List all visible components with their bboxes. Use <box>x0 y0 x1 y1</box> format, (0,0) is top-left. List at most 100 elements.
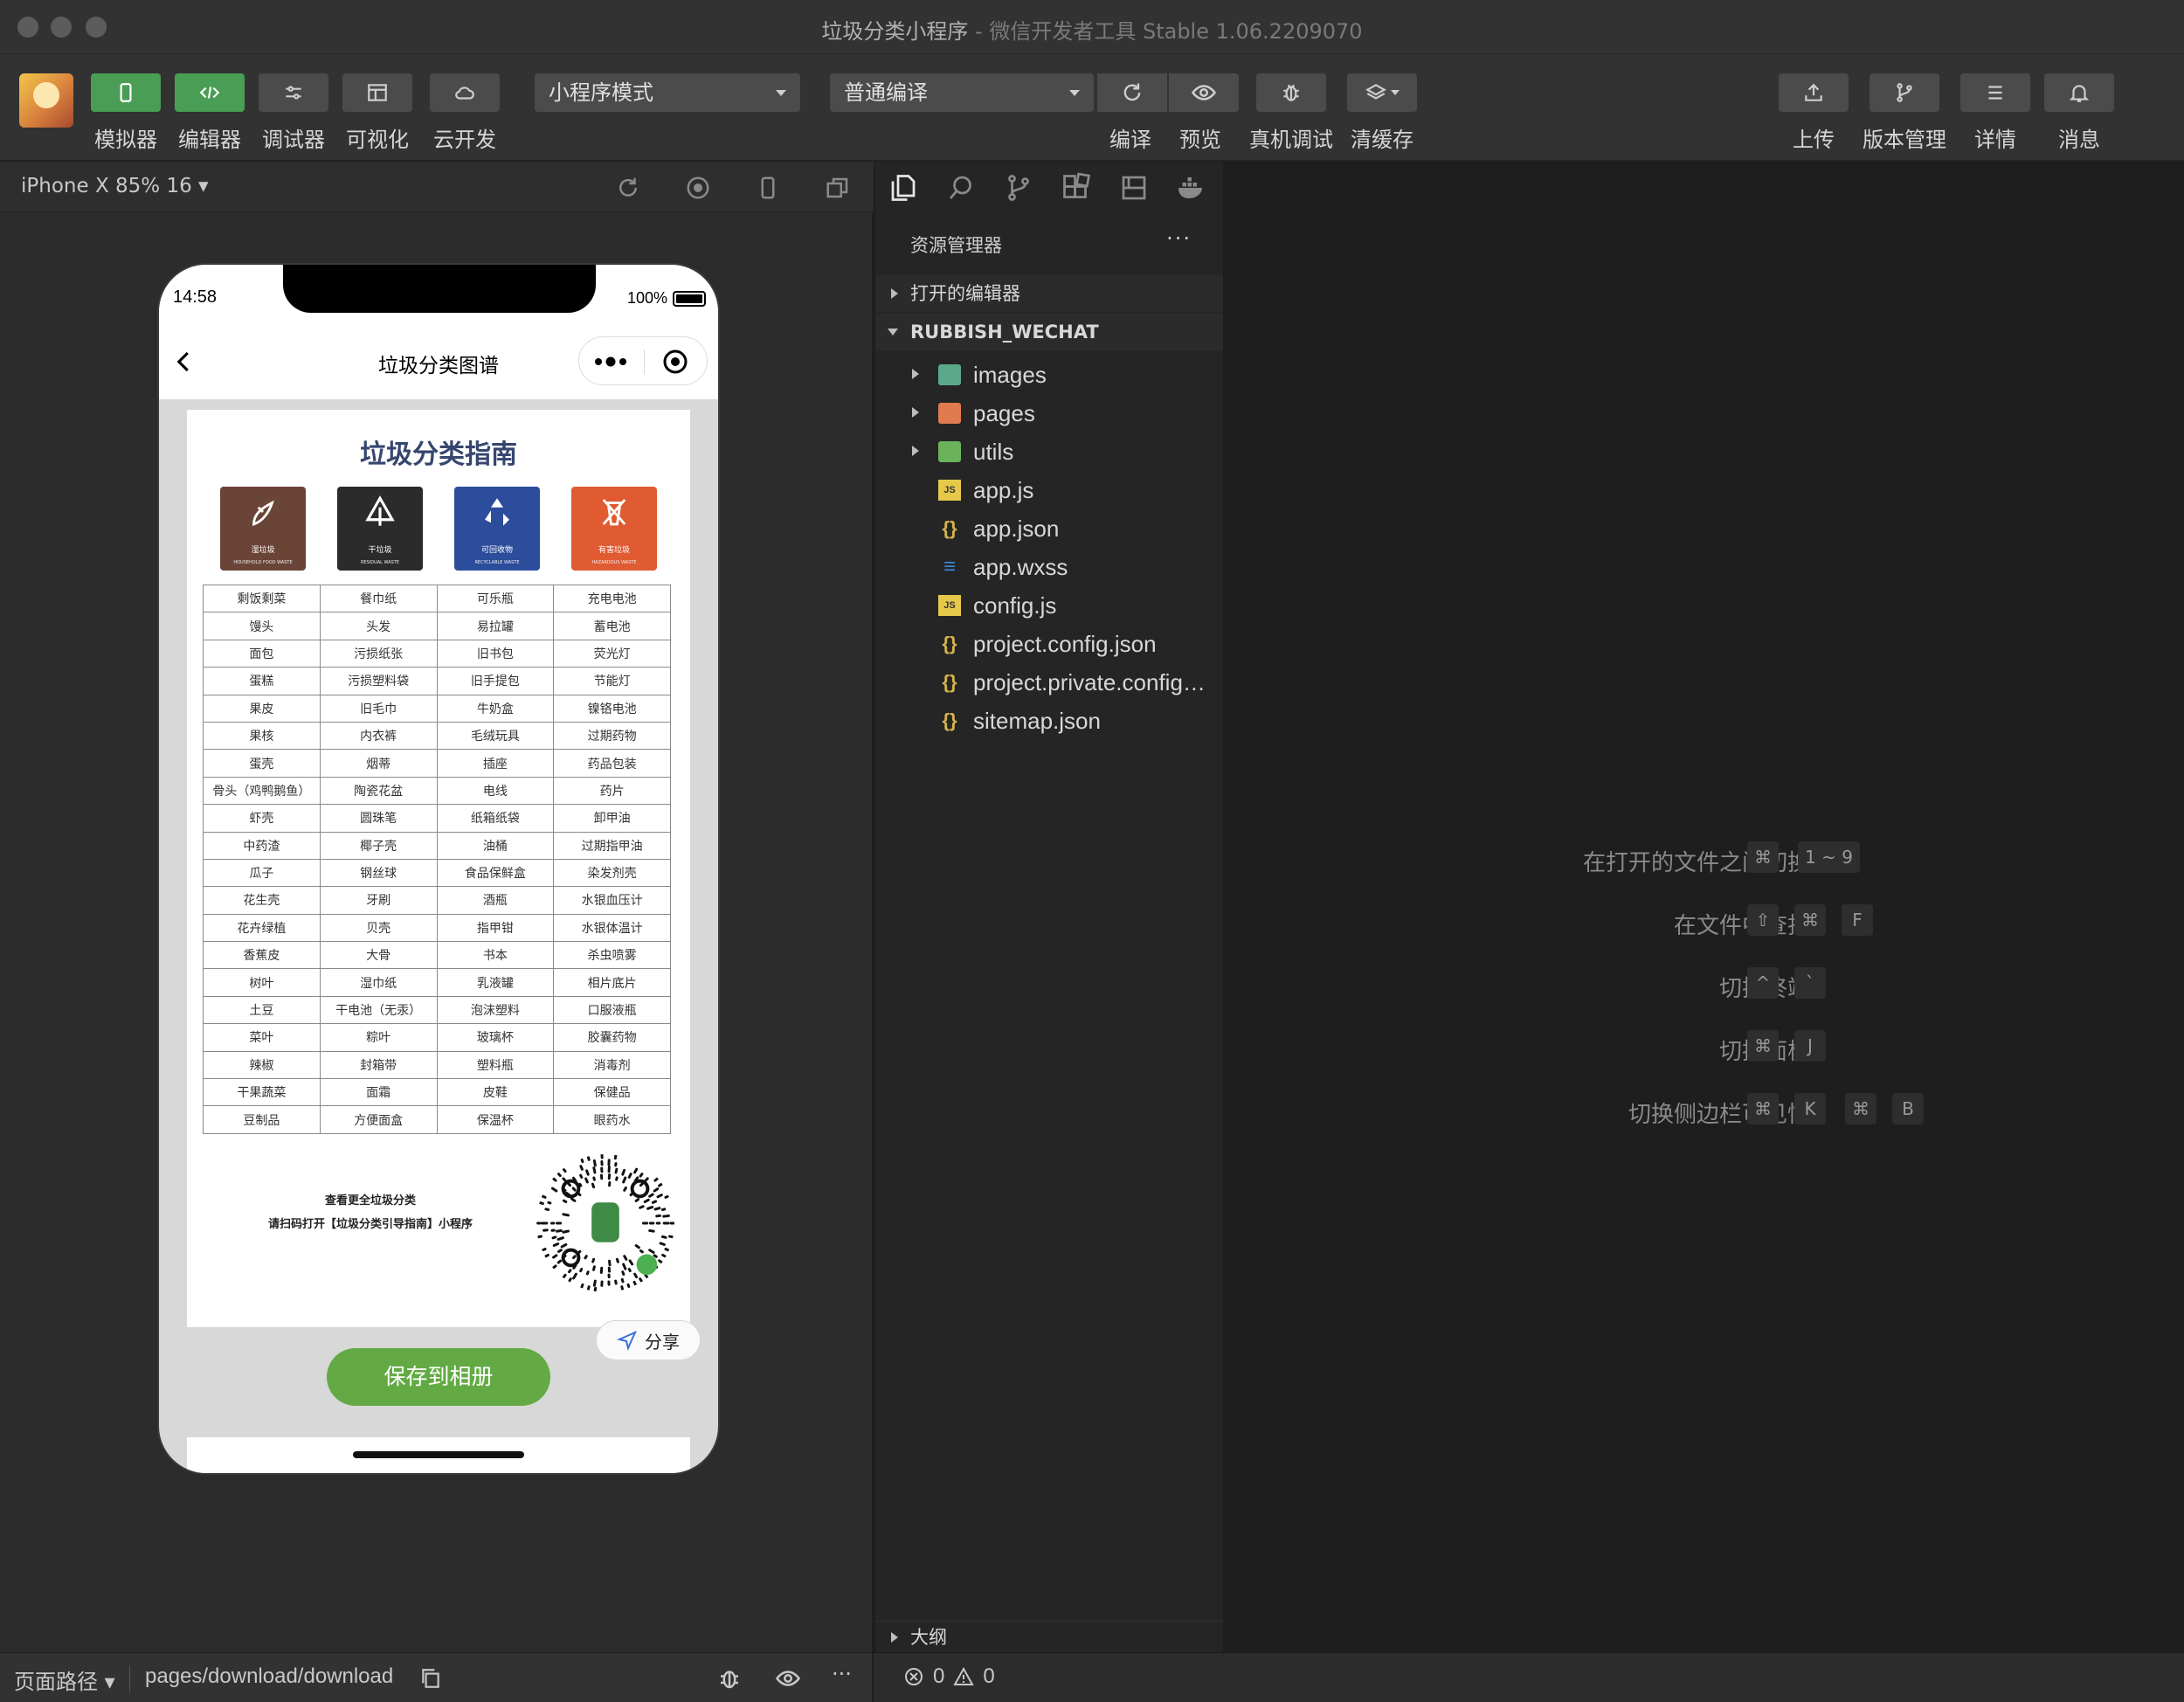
main-toolbar: 模拟器 编辑器 调试器 可视化 云开发 小程序模式 普通编译 编译 预览 真机调… <box>0 54 2184 161</box>
tree-item-app-wxss[interactable]: ≡ app.wxss <box>875 547 1223 585</box>
files-icon[interactable] <box>888 172 919 204</box>
visual-toggle-button[interactable] <box>342 73 412 112</box>
capsule-menu[interactable] <box>578 336 708 385</box>
copy-icon[interactable] <box>419 1667 442 1690</box>
title-bar: 垃圾分类小程序 - 微信开发者工具 Stable 1.06.2209070 <box>0 0 2184 54</box>
tree-item-images[interactable]: images <box>875 355 1223 393</box>
table-cell: 杀虫喷雾 <box>553 941 671 970</box>
key-cap: ` <box>1794 967 1826 999</box>
debugger-label: 调试器 <box>262 128 325 152</box>
recycle-icon <box>485 498 509 526</box>
wet-waste-bin: 湿垃圾 HOUSEHOLD FOOD WASTE <box>220 487 306 571</box>
problems-indicator[interactable]: 0 0 <box>903 1664 995 1689</box>
menu-icon <box>1988 86 2002 100</box>
preview-button[interactable] <box>1169 73 1239 112</box>
source-control-icon[interactable] <box>1003 172 1034 204</box>
chevron-right-icon <box>891 1632 898 1643</box>
version-control-button[interactable] <box>1870 73 1939 112</box>
clear-cache-button[interactable] <box>1347 73 1417 112</box>
table-cell: 节能灯 <box>553 667 671 695</box>
compile-select-value: 普通编译 <box>844 80 928 105</box>
miniprogram-code <box>536 1154 674 1292</box>
real-device-debug-button[interactable] <box>1256 73 1326 112</box>
record-icon[interactable] <box>685 175 711 201</box>
debugger-toggle-button[interactable] <box>259 73 328 112</box>
compile-select[interactable]: 普通编译 <box>830 73 1094 112</box>
editor-toggle-button[interactable] <box>175 73 245 112</box>
tree-item-sitemap[interactable]: {} sitemap.json <box>875 701 1223 739</box>
details-button[interactable] <box>1960 73 2030 112</box>
phone-simulator[interactable]: 14:58 100% 垃圾分类图谱 垃圾分类指南 湿垃圾 HOUSEHOLD F… <box>159 265 718 1473</box>
tree-item-label: images <box>973 362 1047 388</box>
compile-button[interactable] <box>1097 73 1167 112</box>
hint-label: 在文件中查找 <box>1673 913 1810 939</box>
extensions-icon[interactable] <box>1061 172 1092 204</box>
messages-button[interactable] <box>2044 73 2114 112</box>
table-cell: 钢丝球 <box>319 858 438 888</box>
simulator-toggle-button[interactable] <box>91 73 161 112</box>
table-cell: 剩饭剩菜 <box>203 584 321 613</box>
table-cell: 污损塑料袋 <box>319 667 438 695</box>
bug-icon[interactable] <box>716 1665 743 1692</box>
editor-area: 在打开的文件之间切换 ⌘ 1 ~ 9 在文件中查找 ⇧ ⌘ F 切换终端 ^ `… <box>1223 162 2184 1652</box>
save-to-album-button[interactable]: 保存到相册 <box>327 1348 550 1406</box>
key-cap: ⇧ <box>1747 904 1779 936</box>
more-dots-icon[interactable] <box>593 353 630 370</box>
key-cap: ⌘ <box>1747 1030 1779 1062</box>
table-cell: 果核 <box>203 721 321 751</box>
tree-item-app-json[interactable]: {} app.json <box>875 509 1223 547</box>
table-cell: 烟蒂 <box>319 749 438 778</box>
simulator-label: 模拟器 <box>94 128 157 152</box>
tree-item-label: pages <box>973 400 1035 426</box>
device-frame-icon[interactable] <box>755 175 781 201</box>
storage-icon[interactable] <box>1118 172 1150 204</box>
project-root-section[interactable]: RUBBISH_WECHAT <box>875 314 1223 350</box>
more-icon[interactable]: ··· <box>832 1662 852 1686</box>
table-cell: 牛奶盒 <box>436 694 555 723</box>
tree-item-label: sitemap.json <box>973 708 1101 734</box>
tree-item-pages[interactable]: pages <box>875 393 1223 432</box>
table-cell: 污损纸张 <box>319 639 438 668</box>
tree-item-project-config[interactable]: {} project.config.json <box>875 624 1223 662</box>
battery-icon <box>673 290 706 307</box>
hint-toggle-sidebar: 切换侧边栏可见性 ⌘ K ⌘ B <box>1223 1093 2184 1128</box>
table-cell: 牙刷 <box>319 886 438 915</box>
cloud-dev-button[interactable] <box>430 73 500 112</box>
residual-waste-bin: 干垃圾 RESIDUAL WASTE <box>337 487 423 571</box>
tree-item-utils[interactable]: utils <box>875 432 1223 470</box>
upload-button[interactable] <box>1779 73 1849 112</box>
open-editors-section[interactable]: 打开的编辑器 <box>875 275 1223 312</box>
key-cap: B <box>1892 1093 1924 1124</box>
tree-item-label: app.js <box>973 477 1034 503</box>
docker-icon[interactable] <box>1176 172 1207 204</box>
status-divider <box>129 1665 130 1692</box>
visual-label: 可视化 <box>346 128 409 152</box>
tree-item-project-private-config[interactable]: {} project.private.config… <box>875 662 1223 701</box>
bell-icon <box>2069 85 2090 102</box>
table-cell: 乳液罐 <box>436 968 555 997</box>
table-cell: 贝壳 <box>319 913 438 943</box>
chevron-right-icon <box>912 369 919 379</box>
close-miniprogram-icon[interactable] <box>661 348 689 376</box>
table-cell: 塑料瓶 <box>436 1050 555 1080</box>
user-avatar[interactable] <box>19 73 73 128</box>
tree-item-config-js[interactable]: JS config.js <box>875 585 1223 624</box>
mode-select[interactable]: 小程序模式 <box>535 73 800 112</box>
rotate-icon[interactable] <box>615 175 641 201</box>
page-path-select[interactable]: 页面路径 ▾ <box>14 1664 115 1695</box>
bin-label: 湿垃圾 <box>251 546 275 555</box>
explorer-more-icon[interactable]: ··· <box>1166 226 1192 251</box>
outline-section[interactable]: 大纲 <box>875 1621 1223 1652</box>
tree-item-app-js[interactable]: JS app.js <box>875 470 1223 509</box>
table-row: 花卉绿植 贝壳 指甲钳 水银体温计 <box>203 913 671 943</box>
table-cell: 旧书包 <box>436 639 555 668</box>
search-icon[interactable] <box>945 172 977 204</box>
table-row: 骨头（鸡鸭鹅鱼） 陶瓷花盆 电线 药片 <box>203 776 671 806</box>
device-select[interactable]: iPhone X 85% 16 ▾ <box>21 175 209 197</box>
pages-folder-icon <box>938 403 961 424</box>
share-button[interactable]: 分享 <box>596 1320 701 1360</box>
detach-window-icon[interactable] <box>825 175 851 201</box>
bin-sublabel: HOUSEHOLD FOOD WASTE <box>233 560 293 565</box>
table-row: 花生壳 牙刷 酒瓶 水银血压计 <box>203 886 671 915</box>
eye-icon[interactable] <box>774 1665 802 1692</box>
